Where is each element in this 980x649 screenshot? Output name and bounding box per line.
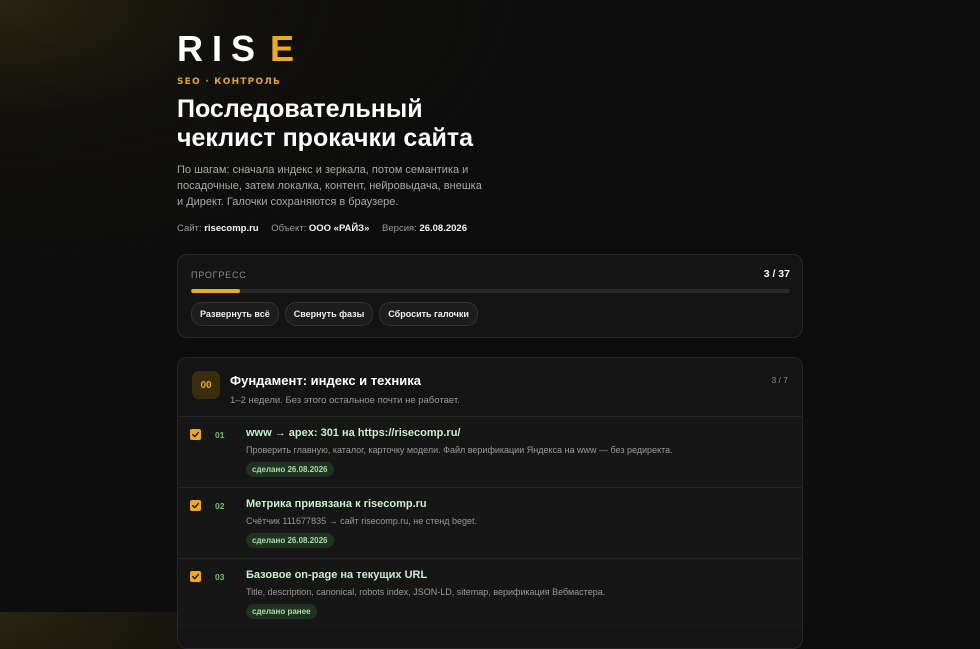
- phase-card: 00 Фундамент: индекс и техника 3 / 7 1–2…: [177, 357, 803, 649]
- logo: RIS E: [177, 28, 303, 70]
- task-checkbox[interactable]: [190, 571, 201, 582]
- task-done-badge: сделано 26.08.2026: [246, 533, 334, 548]
- task-description: Title, description, canonical, robots in…: [246, 587, 606, 597]
- task-description: Счётчик 111677835 → сайт risecomp.ru, не…: [246, 516, 477, 526]
- page-title: Последовательный чеклист прокачки сайта: [177, 95, 473, 152]
- logo-accent: E: [270, 28, 304, 69]
- progress-card: ПРОГРЕСС 3 / 37 Развернуть всё Свернуть …: [177, 254, 803, 338]
- meta-object: Объект: ООО «РАЙЗ»: [271, 223, 369, 234]
- task-checkbox[interactable]: [190, 429, 201, 440]
- task-item: 01 www → apex: 301 на https://risecomp.r…: [178, 416, 802, 487]
- page-description: По шагам: сначала индекс и зеркала, пото…: [177, 164, 482, 208]
- progress-label: ПРОГРЕСС: [191, 270, 247, 280]
- task-title: www → apex: 301 на https://risecomp.ru/: [246, 427, 461, 439]
- section-kicker: SEO · КОНТРОЛЬ: [177, 77, 282, 87]
- task-number: 02: [215, 501, 225, 511]
- checkmark-icon: [192, 502, 200, 509]
- task-title: Метрика привязана к risecomp.ru: [246, 498, 427, 510]
- task-checkbox[interactable]: [190, 500, 201, 511]
- reset-checks-button[interactable]: Сбросить галочки: [379, 302, 478, 326]
- collapse-phases-button[interactable]: Свернуть фазы: [284, 302, 374, 326]
- task-description: Проверить главную, каталог, карточку мод…: [246, 445, 673, 455]
- meta-site: Сайт: risecomp.ru: [177, 223, 259, 234]
- progress-count: 3 / 37: [763, 268, 790, 280]
- task-title: Базовое on-page на текущих URL: [246, 569, 428, 581]
- meta-site-label: Сайт:: [177, 223, 202, 234]
- phase-number-badge: 00: [192, 371, 220, 399]
- progress-actions: Развернуть всё Свернуть фазы Сбросить га…: [191, 302, 478, 326]
- meta-version: Версия: 26.08.2026: [382, 223, 467, 234]
- progress-bar-fill: [191, 289, 240, 293]
- phase-count: 3 / 7: [771, 375, 788, 385]
- phase-title[interactable]: Фундамент: индекс и техника: [230, 373, 421, 388]
- checkmark-icon: [192, 431, 200, 438]
- meta-version-label: Версия:: [382, 223, 417, 234]
- expand-all-button[interactable]: Развернуть всё: [191, 302, 279, 326]
- meta-site-value: risecomp.ru: [204, 223, 259, 234]
- checkmark-icon: [192, 573, 200, 580]
- meta-info: Сайт: risecomp.ru Объект: ООО «РАЙЗ» Вер…: [177, 223, 477, 234]
- task-number: 03: [215, 572, 225, 582]
- task-item: 03 Базовое on-page на текущих URL Title,…: [178, 558, 802, 629]
- task-item: 02 Метрика привязана к risecomp.ru Счётч…: [178, 487, 802, 558]
- progress-bar: [191, 289, 790, 293]
- meta-version-value: 26.08.2026: [419, 223, 467, 234]
- logo-main: RIS: [177, 28, 265, 69]
- meta-object-value: ООО «РАЙЗ»: [308, 223, 370, 234]
- phase-subtitle: 1–2 недели. Без этого остальное почти не…: [230, 395, 460, 406]
- meta-object-label: Объект:: [271, 223, 307, 234]
- task-number: 01: [215, 430, 225, 440]
- task-done-badge: сделано 26.08.2026: [246, 462, 334, 477]
